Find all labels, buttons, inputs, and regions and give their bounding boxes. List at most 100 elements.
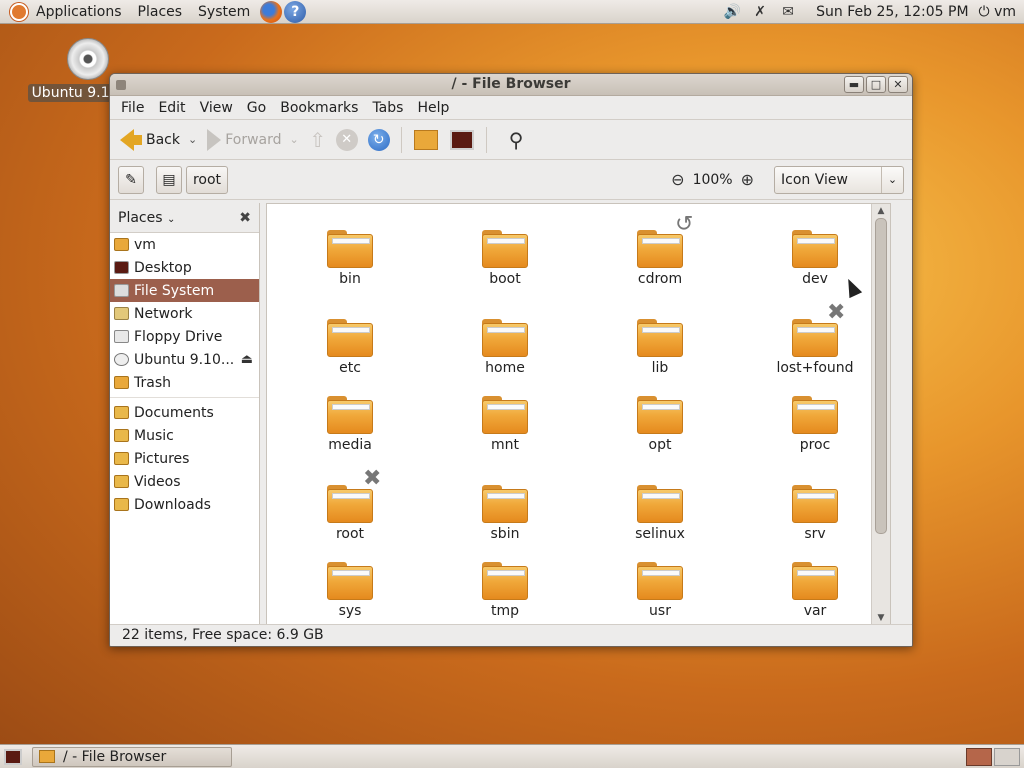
path-button-root[interactable]: root [186,165,228,194]
menu-help[interactable]: Help [410,100,456,116]
computer-icon[interactable] [449,129,474,150]
system-menu[interactable]: System [190,4,258,20]
folder-icon [637,396,683,434]
sidebar-bookmark-downloads[interactable]: Downloads [110,493,259,516]
firefox-icon[interactable] [260,0,283,23]
places-menu[interactable]: Places [130,4,191,20]
forward-history-dropdown[interactable]: ⌄ [290,133,299,146]
folder-item[interactable]: var [760,562,870,619]
folder-label: tmp [490,603,519,619]
search-icon[interactable]: ⚲ [509,128,524,152]
trash-icon [114,376,129,389]
minimize-button[interactable]: ▬ [844,76,864,93]
edit-location-button[interactable]: ✎ [118,165,144,194]
scroll-up-icon[interactable]: ▲ [872,206,890,216]
mail-icon[interactable]: ✉ [777,4,799,20]
scroll-down-icon[interactable]: ▼ [872,613,890,623]
sidebar-bookmark-documents[interactable]: Documents [110,401,259,424]
panel-tray: 🔊 ✗ ✉ Sun Feb 25, 12:05 PM ⏻ vm [718,4,1024,20]
back-button[interactable]: Back [116,124,184,156]
ubuntu-logo-icon[interactable] [10,2,28,21]
zoom-level[interactable]: 100% [693,172,733,188]
window-titlebar[interactable]: / - File Browser ▬ □ ✕ [110,74,912,96]
reload-icon[interactable]: ↻ [367,128,390,151]
help-icon[interactable]: ? [284,0,307,23]
menu-go[interactable]: Go [240,100,273,116]
folder-item[interactable]: opt [605,396,715,453]
sidebar-item-floppy-drive[interactable]: Floppy Drive [110,325,259,348]
folder-item[interactable]: selinux [605,485,715,542]
menu-edit[interactable]: Edit [151,100,192,116]
forward-label: Forward [225,131,282,148]
menu-file[interactable]: File [114,100,151,116]
forward-arrow-icon [207,128,222,151]
folder-icon [637,562,683,600]
view-mode-select[interactable]: Icon View ⌄ [774,165,904,194]
folder-icon [327,319,373,357]
menu-view[interactable]: View [193,100,240,116]
scrollbar-thumb[interactable] [875,218,887,534]
folder-label: cdrom [637,271,683,287]
menu-bookmarks[interactable]: Bookmarks [273,100,365,116]
folder-item[interactable]: sbin [450,485,560,542]
folder-label: selinux [635,526,685,542]
forward-button[interactable]: Forward [203,124,285,156]
folder-item[interactable]: lost+found [760,319,870,376]
folder-item[interactable]: media [295,396,405,453]
up-arrow-icon[interactable]: ⇧ [305,128,331,152]
user-menu[interactable]: ⏻ vm [979,4,1024,20]
folder-item[interactable]: home [450,319,560,376]
vertical-scrollbar[interactable]: ▲ ▼ [871,204,890,625]
sidebar-item-network[interactable]: Network [110,302,259,325]
folder-item[interactable]: srv [760,485,870,542]
close-sidebar-icon[interactable]: ✖ [239,210,251,226]
folder-item[interactable]: tmp [450,562,560,619]
workspace-1[interactable] [966,747,992,766]
network-status-icon[interactable]: ✗ [749,4,771,20]
refresh-emblem-icon: ↺ [675,212,694,237]
sidebar-item-trash[interactable]: Trash [110,371,259,394]
sidebar-item-desktop[interactable]: Desktop [110,256,259,279]
sidebar-bookmark-music[interactable]: Music [110,424,259,447]
window-menu-icon[interactable] [116,80,126,90]
maximize-button[interactable]: □ [866,76,886,93]
workspace-2[interactable] [994,747,1020,766]
sidebar-item-label: Ubuntu 9.10... [134,351,235,368]
eject-icon[interactable]: ⏏ [241,352,253,367]
home-icon[interactable] [413,129,438,150]
applications-menu[interactable]: Applications [28,4,130,20]
sidebar-item-file-system[interactable]: File System [110,279,259,302]
stop-icon[interactable]: ✕ [335,128,358,151]
folder-item[interactable]: usr [605,562,715,619]
sidebar-item-vm[interactable]: vm [110,233,259,256]
back-history-dropdown[interactable]: ⌄ [188,133,197,146]
sidebar-bookmark-pictures[interactable]: Pictures [110,447,259,470]
folder-item[interactable]: boot [450,230,560,287]
sidebar-bookmark-videos[interactable]: Videos [110,470,259,493]
folder-item[interactable]: root [295,485,405,542]
show-desktop-icon[interactable] [4,748,22,765]
folder-item[interactable]: cdrom [605,230,715,287]
folder-item[interactable]: sys [295,562,405,619]
folder-item[interactable]: lib [605,319,715,376]
zoom-out-icon[interactable]: ⊖ [663,170,692,189]
cdrom-disc-icon [67,38,109,80]
menubar: File Edit View Go Bookmarks Tabs Help [110,96,912,120]
folder-icon [327,562,373,600]
volume-icon[interactable]: 🔊 [721,4,743,20]
filesystem-path-button[interactable]: ▤ [156,165,182,194]
taskbar-window-button[interactable]: / - File Browser [32,746,232,767]
icon-view[interactable]: bin boot cdrom dev etc home lib lost+found media… [266,203,891,626]
folder-item[interactable]: proc [760,396,870,453]
clock[interactable]: Sun Feb 25, 12:05 PM [802,4,978,20]
sidebar-item-ubuntu-9-10[interactable]: Ubuntu 9.10... ⏏ [110,348,259,371]
close-button[interactable]: ✕ [888,76,908,93]
bookmarks-list: Documents Music Pictures Videos Downloads [110,401,259,516]
zoom-in-icon[interactable]: ⊕ [733,170,762,189]
menu-tabs[interactable]: Tabs [365,100,410,116]
folder-item[interactable]: mnt [450,396,560,453]
folder-item[interactable]: bin [295,230,405,287]
folder-item[interactable]: etc [295,319,405,376]
sidebar-type-select[interactable]: Places ⌄ [118,210,175,226]
back-arrow-stem [132,134,142,145]
